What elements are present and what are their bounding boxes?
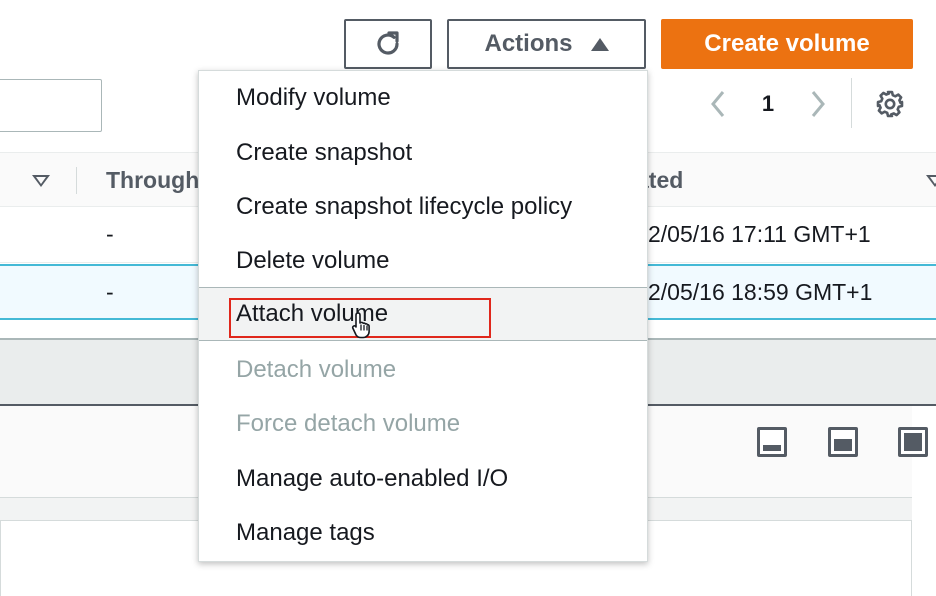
- previous-page-button[interactable]: [702, 86, 734, 122]
- gear-icon: [876, 90, 904, 118]
- menu-item-manage-auto-enabled-io[interactable]: Manage auto-enabled I/O: [199, 452, 647, 506]
- menu-item-attach-volume[interactable]: Attach volume: [199, 287, 647, 341]
- chevron-right-icon: [811, 91, 825, 117]
- cell-created: 2/05/16 17:11 GMT+1: [648, 221, 871, 247]
- menu-item-delete-volume[interactable]: Delete volume: [199, 234, 647, 288]
- cell-throughput: -: [106, 221, 114, 247]
- menu-item-create-snapshot[interactable]: Create snapshot: [199, 126, 647, 180]
- refresh-button[interactable]: [344, 19, 432, 69]
- current-page-number[interactable]: 1: [752, 86, 784, 122]
- next-page-button[interactable]: [802, 86, 834, 122]
- caret-up-icon: [590, 37, 609, 51]
- sort-down-icon: [926, 174, 936, 187]
- actions-dropdown-menu: Modify volume Create snapshot Create sna…: [198, 70, 648, 562]
- menu-item-create-snapshot-lifecycle-policy[interactable]: Create snapshot lifecycle policy: [199, 180, 647, 234]
- menu-item-force-detach-volume: Force detach volume: [236, 410, 461, 437]
- cell-created: 2/05/16 18:59 GMT+1: [648, 278, 873, 305]
- filter-input[interactable]: [0, 79, 102, 132]
- refresh-icon: [377, 31, 399, 55]
- panel-full-icon[interactable]: [898, 427, 928, 457]
- menu-item-manage-tags[interactable]: Manage tags: [199, 506, 647, 560]
- hand-cursor-icon: [351, 312, 370, 339]
- table-settings-button[interactable]: [870, 86, 910, 122]
- menu-item-detach-volume: Detach volume: [236, 356, 397, 383]
- column-header-throughput[interactable]: Through: [106, 153, 199, 208]
- panel-middle-icon[interactable]: [828, 427, 858, 457]
- actions-button[interactable]: Actions: [447, 19, 646, 69]
- create-volume-button[interactable]: Create volume: [661, 19, 913, 69]
- chevron-left-icon: [711, 91, 725, 117]
- menu-item-modify-volume[interactable]: Modify volume: [199, 71, 647, 125]
- sort-column-button[interactable]: [926, 153, 936, 208]
- actions-label: Actions: [484, 30, 573, 57]
- panel-bottom-icon[interactable]: [757, 427, 787, 457]
- cell-throughput: -: [106, 278, 114, 305]
- pagination-divider: [851, 78, 852, 128]
- create-volume-label: Create volume: [704, 30, 870, 57]
- column-divider: [76, 167, 77, 194]
- sort-column-button[interactable]: [32, 153, 50, 208]
- sort-down-icon: [32, 174, 50, 187]
